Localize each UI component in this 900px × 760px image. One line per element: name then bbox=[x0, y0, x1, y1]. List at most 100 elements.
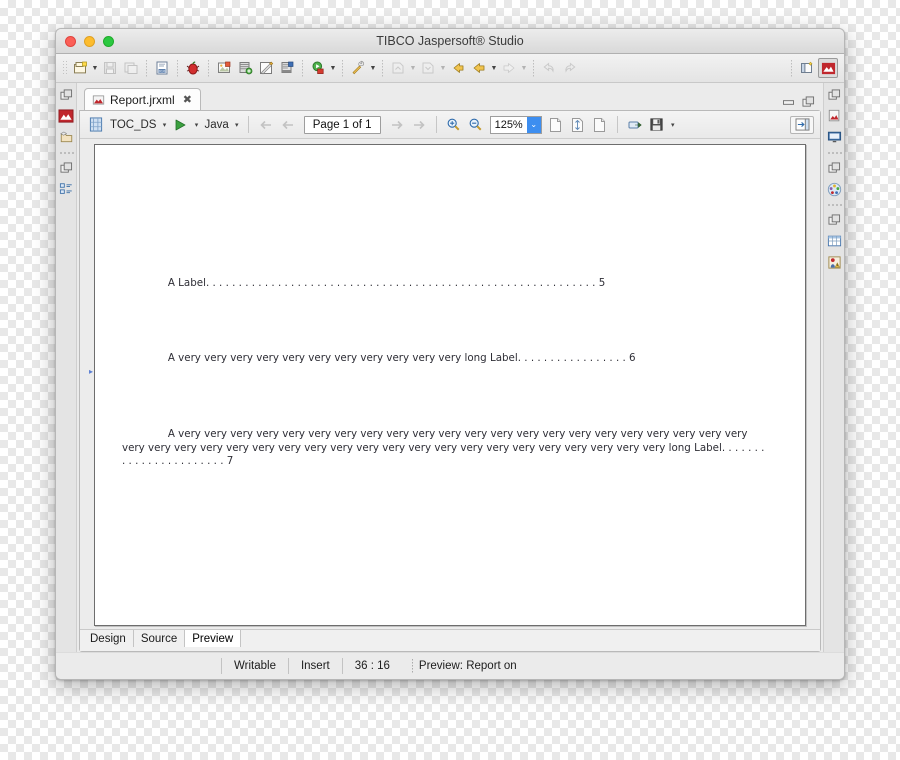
run-report-button[interactable] bbox=[308, 58, 328, 78]
run-play-icon[interactable] bbox=[170, 115, 190, 135]
svg-text:010: 010 bbox=[159, 69, 165, 73]
redo-button[interactable] bbox=[560, 58, 580, 78]
run-caret-icon[interactable]: ▾ bbox=[192, 115, 200, 135]
toolbar-grip[interactable] bbox=[62, 60, 67, 76]
first-page-icon[interactable] bbox=[256, 115, 276, 135]
export-doc-button[interactable] bbox=[277, 58, 297, 78]
preview-separator-3 bbox=[616, 116, 618, 133]
toolbar-separator-6 bbox=[382, 59, 383, 77]
next-page-icon[interactable] bbox=[387, 115, 407, 135]
debug-button[interactable] bbox=[183, 58, 203, 78]
rail-problems-icon[interactable] bbox=[826, 254, 843, 270]
row-marker-icon: ▸ bbox=[89, 367, 94, 376]
close-icon[interactable]: ✖ bbox=[183, 93, 192, 106]
actual-size-icon[interactable] bbox=[546, 115, 566, 135]
restore-view-icon-4[interactable] bbox=[826, 160, 843, 176]
toc-label: A very very very very very very very ver… bbox=[167, 352, 518, 365]
save-all-button[interactable] bbox=[121, 58, 141, 78]
next-annotation-button[interactable] bbox=[418, 58, 438, 78]
toc-entry[interactable]: A very very very very very very very ver… bbox=[122, 415, 765, 483]
toc-entry[interactable]: A Label. . . . . . . . . . . . . . . . .… bbox=[122, 263, 765, 304]
restore-view-icon[interactable] bbox=[58, 87, 75, 103]
toc-label: A Label bbox=[167, 276, 206, 289]
chevron-down-icon[interactable]: ⌄ bbox=[526, 116, 541, 133]
toolbar-separator-7 bbox=[533, 59, 534, 77]
previous-annotation-button[interactable] bbox=[388, 58, 408, 78]
zoom-in-icon[interactable] bbox=[444, 115, 464, 135]
rail-preview-icon[interactable] bbox=[826, 108, 843, 124]
main-toolbar: ▼ 010 ▼ ▼ ▼ ▼ ▼ ▼ bbox=[56, 54, 844, 83]
dataset-caret-icon[interactable]: ▾ bbox=[160, 115, 168, 135]
left-view-rail bbox=[56, 83, 77, 652]
new-report-caret[interactable]: ▼ bbox=[91, 58, 99, 78]
page-indicator[interactable]: Page 1 of 1 bbox=[303, 115, 381, 134]
editor-tab-report-jrxml[interactable]: Report.jrxml ✖ bbox=[84, 88, 201, 110]
dataset-icon[interactable] bbox=[86, 115, 106, 135]
editor-frame: TOC_DS ▾ ▾ Java ▾ Page 1 of 1 125% ⌄ ▾ ▸… bbox=[79, 110, 821, 652]
tab-preview[interactable]: Preview bbox=[185, 630, 242, 647]
toc-leader: . . . . . . . . . . . . . . . . . . . . … bbox=[205, 276, 599, 289]
zoom-level-combo[interactable]: 125% ⌄ bbox=[489, 115, 542, 134]
restore-view-icon-2[interactable] bbox=[58, 160, 75, 176]
rail-outline-icon[interactable] bbox=[58, 181, 75, 197]
editor-tab-row: Report.jrxml ✖ bbox=[79, 86, 821, 110]
previous-page-icon[interactable] bbox=[278, 115, 298, 135]
external-tools-button[interactable] bbox=[348, 58, 368, 78]
toolbar-separator-1 bbox=[146, 59, 147, 77]
status-insert-mode: Insert bbox=[287, 658, 342, 674]
rail-report-editor-icon[interactable] bbox=[58, 108, 75, 124]
minimize-icon[interactable] bbox=[782, 97, 795, 108]
external-tools-caret[interactable]: ▼ bbox=[369, 58, 377, 78]
new-report-button[interactable] bbox=[70, 58, 90, 78]
run-report-caret[interactable]: ▼ bbox=[329, 58, 337, 78]
toolbar-separator-5 bbox=[342, 59, 343, 77]
status-separator bbox=[411, 658, 413, 674]
forward-history-button[interactable] bbox=[499, 58, 519, 78]
edit-expression-button[interactable] bbox=[256, 58, 276, 78]
toolbar-separator-2 bbox=[177, 59, 178, 77]
rail-repository-icon[interactable] bbox=[58, 129, 75, 145]
editor-tab-label: Report.jrxml bbox=[110, 92, 175, 107]
status-writable: Writable bbox=[221, 658, 288, 674]
forward-history-caret[interactable]: ▼ bbox=[520, 58, 528, 78]
maximize-icon[interactable] bbox=[802, 96, 815, 108]
image-button[interactable] bbox=[214, 58, 234, 78]
language-caret-icon[interactable]: ▾ bbox=[233, 115, 241, 135]
fit-width-icon[interactable] bbox=[590, 115, 610, 135]
fit-page-icon[interactable] bbox=[568, 115, 588, 135]
database-button[interactable] bbox=[235, 58, 255, 78]
language-label[interactable]: Java bbox=[202, 119, 230, 131]
tab-design[interactable]: Design bbox=[83, 630, 134, 647]
toc-page-number: 5 bbox=[598, 276, 606, 289]
back-button[interactable] bbox=[448, 58, 468, 78]
rail-properties-icon[interactable] bbox=[826, 233, 843, 249]
title-bar: TIBCO Jaspersoft® Studio bbox=[56, 29, 844, 54]
save-button[interactable] bbox=[100, 58, 120, 78]
last-page-icon[interactable] bbox=[409, 115, 429, 135]
editor-area: Report.jrxml ✖ TOC_DS ▾ ▾ Java ▾ Page 1 … bbox=[77, 83, 823, 652]
rail-console-icon[interactable] bbox=[826, 129, 843, 145]
perspective-report-design[interactable] bbox=[818, 58, 838, 78]
next-annotation-caret[interactable]: ▼ bbox=[439, 58, 447, 78]
rail-palette-icon[interactable] bbox=[826, 181, 843, 197]
restore-view-icon-3[interactable] bbox=[826, 87, 843, 103]
previous-annotation-caret[interactable]: ▼ bbox=[409, 58, 417, 78]
save-icon[interactable] bbox=[647, 115, 667, 135]
editor-mode-tabs: Design Source Preview bbox=[80, 629, 820, 651]
compile-report-button[interactable]: 010 bbox=[152, 58, 172, 78]
back-history-caret[interactable]: ▼ bbox=[490, 58, 498, 78]
restore-view-icon-5[interactable] bbox=[826, 212, 843, 228]
preview-canvas[interactable]: ▸ A Label. . . . . . . . . . . . . . . .… bbox=[80, 139, 820, 629]
toc-entry[interactable]: A very very very very very very very ver… bbox=[122, 339, 765, 380]
dataset-label[interactable]: TOC_DS bbox=[108, 119, 158, 131]
save-caret-icon[interactable]: ▾ bbox=[669, 115, 677, 135]
undo-button[interactable] bbox=[539, 58, 559, 78]
tab-source[interactable]: Source bbox=[134, 630, 186, 647]
back-history-button[interactable] bbox=[469, 58, 489, 78]
toggle-panel-icon[interactable] bbox=[790, 115, 814, 134]
toolbar-separator-8 bbox=[791, 59, 792, 77]
zoom-out-icon[interactable] bbox=[466, 115, 486, 135]
toc-page-number: 6 bbox=[629, 352, 636, 365]
export-icon[interactable] bbox=[625, 115, 645, 135]
open-perspective-button[interactable] bbox=[797, 58, 817, 78]
